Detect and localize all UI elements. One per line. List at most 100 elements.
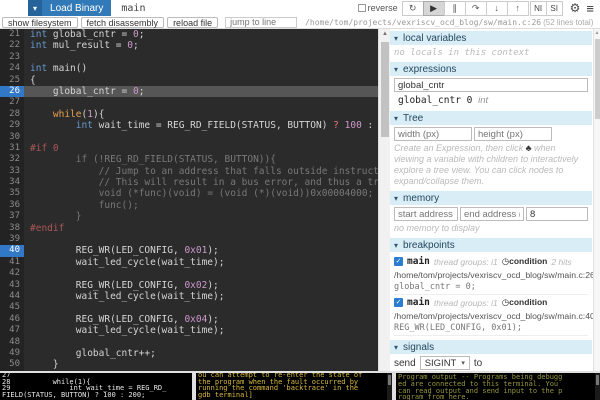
source-line[interactable]: void (*func)(void) = (void (*)(void))0x0… xyxy=(24,188,378,199)
gutter-line-number[interactable]: 48 xyxy=(0,337,24,348)
breakpoint-item[interactable]: ✓ main thread groups: i1 ◷condition /hom… xyxy=(394,295,588,336)
source-line[interactable]: func(); xyxy=(24,200,378,211)
gutter-line-number[interactable]: 23 xyxy=(0,52,24,63)
gutter-line-number[interactable]: 39 xyxy=(0,234,24,245)
gutter-line-number[interactable]: 22 xyxy=(0,40,24,51)
source-line[interactable]: int global_cntr = 0; xyxy=(24,29,378,40)
gutter-line-number[interactable]: 50 xyxy=(0,359,24,370)
file-toolbar-button-show-filesystem[interactable]: show filesystem xyxy=(2,17,78,28)
step-into-button[interactable]: ↓ xyxy=(486,1,508,16)
continue-button[interactable]: ▶ xyxy=(423,1,445,16)
terminal-scrollbar[interactable] xyxy=(595,373,600,400)
source-line[interactable]: ​ xyxy=(24,268,378,279)
source-line[interactable]: // Jump to an address that falls outside… xyxy=(24,166,378,177)
settings-gear-icon[interactable]: ⚙ xyxy=(570,1,581,15)
source-line[interactable]: } xyxy=(24,359,378,370)
gutter-line-number[interactable]: 31 xyxy=(0,143,24,154)
reverse-checkbox[interactable] xyxy=(358,4,366,12)
source-line[interactable]: ​ xyxy=(24,52,378,63)
source-line[interactable]: int wait_time = REG_RD_FIELD(STATUS, BUT… xyxy=(24,120,378,131)
gutter-line-number[interactable]: 36 xyxy=(0,200,24,211)
gutter-line-number[interactable]: 38 xyxy=(0,223,24,234)
source-line[interactable]: global_cntr++; xyxy=(24,348,378,359)
next-instruction-button[interactable]: NI xyxy=(530,1,547,16)
gutter-line-number[interactable]: 34 xyxy=(0,177,24,188)
source-line[interactable]: // This will result in a bus error, and … xyxy=(24,177,378,188)
expression-result-row[interactable]: global_cntr 0 int xyxy=(394,92,588,107)
gutter-line-number[interactable]: 25 xyxy=(0,75,24,86)
gutter-line-number[interactable]: 24 xyxy=(0,63,24,74)
gdbgui-console-terminal[interactable]: , SIGTRAP).If the program exited due to … xyxy=(196,373,392,400)
source-line[interactable]: while(1){ xyxy=(24,109,378,120)
memory-start-address-input[interactable] xyxy=(394,207,458,221)
file-toolbar-button-fetch-disassembly[interactable]: fetch disassembly xyxy=(81,17,165,28)
signals-header[interactable]: ▾ signals xyxy=(390,340,592,354)
gutter-line-number[interactable]: 49 xyxy=(0,348,24,359)
memory-header[interactable]: ▾ memory xyxy=(390,191,592,205)
memory-end-address-input[interactable] xyxy=(460,207,524,221)
gutter-line-number[interactable]: 27 xyxy=(0,97,24,108)
gutter-line-number[interactable]: 37 xyxy=(0,211,24,222)
source-line[interactable]: wait_led_cycle(wait_time); xyxy=(24,325,378,336)
source-line[interactable]: REG_WR(LED_CONFIG, 0x01); xyxy=(24,245,378,256)
breakpoint-condition-button[interactable]: ◷condition xyxy=(502,297,548,308)
breakpoints-header[interactable]: ▾ breakpoints xyxy=(390,238,592,252)
source-line[interactable]: { xyxy=(24,75,378,86)
gdb-terminal[interactable]: 25 {26 global_cntr = 0;2728 while(1){29 … xyxy=(0,373,192,400)
gutter-line-number[interactable]: 42 xyxy=(0,268,24,279)
local-variables-header[interactable]: ▾ local variables xyxy=(390,31,592,45)
source-line[interactable]: ​ xyxy=(24,132,378,143)
editor-scrollbar[interactable]: ▲ xyxy=(378,29,390,371)
gutter-line-number[interactable]: 33 xyxy=(0,166,24,177)
dropdown-caret-icon[interactable]: ▾ xyxy=(28,0,42,16)
source-line[interactable]: #if 0 xyxy=(24,143,378,154)
source-line[interactable]: global_cntr = 0; xyxy=(24,86,378,97)
source-line[interactable]: wait_led_cycle(wait_time); xyxy=(24,257,378,268)
terminal-scrollbar[interactable] xyxy=(387,373,392,400)
restart-button[interactable]: ↻ xyxy=(402,1,424,16)
source-line[interactable]: REG_WR(LED_CONFIG, 0x02); xyxy=(24,280,378,291)
source-line[interactable]: } xyxy=(24,211,378,222)
breakpoint-condition-button[interactable]: ◷condition xyxy=(502,256,548,267)
pause-button[interactable]: ∥ xyxy=(444,1,466,16)
source-line[interactable]: int main() xyxy=(24,63,378,74)
program-output-terminal[interactable]: Program output -- Programs being debugge… xyxy=(396,373,600,400)
gutter-line-number[interactable]: 32 xyxy=(0,154,24,165)
gutter-line-number[interactable]: 28 xyxy=(0,109,24,120)
gutter-line-number[interactable]: 35 xyxy=(0,188,24,199)
gutter-line-number[interactable]: 43 xyxy=(0,280,24,291)
memory-bytes-per-line-input[interactable] xyxy=(526,207,588,221)
expression-input[interactable] xyxy=(394,78,588,92)
source-line[interactable]: wait_led_cycle(wait_time); xyxy=(24,291,378,302)
gutter-line-number[interactable]: 30 xyxy=(0,132,24,143)
breakpoint-checkbox[interactable]: ✓ xyxy=(394,257,403,266)
tree-header[interactable]: ▾ Tree xyxy=(390,111,592,125)
editor-gutter[interactable]: 2122232425262728293031323334353637383940… xyxy=(0,29,24,371)
source-line[interactable]: ​ xyxy=(24,97,378,108)
sidebar-scrollbar-thumb[interactable] xyxy=(595,39,600,119)
gutter-line-number[interactable]: 44 xyxy=(0,291,24,302)
gutter-line-number[interactable]: 45 xyxy=(0,302,24,313)
gutter-line-number[interactable]: 29 xyxy=(0,120,24,131)
tree-height-input[interactable] xyxy=(474,127,552,141)
reverse-toggle[interactable]: reverse xyxy=(358,3,398,13)
step-over-button[interactable]: ↷ xyxy=(465,1,487,16)
file-toolbar-button-reload-file[interactable]: reload file xyxy=(167,17,218,28)
source-line[interactable]: if (!REG_RD_FIELD(STATUS, BUTTON)){ xyxy=(24,154,378,165)
source-line[interactable]: ​ xyxy=(24,302,378,313)
source-line[interactable]: ​ xyxy=(24,337,378,348)
breakpoint-checkbox[interactable]: ✓ xyxy=(394,298,403,307)
step-out-button[interactable]: ↑ xyxy=(507,1,529,16)
editor-scrollbar-thumb[interactable] xyxy=(381,42,389,137)
source-line[interactable]: #endif xyxy=(24,223,378,234)
step-instruction-button[interactable]: SI xyxy=(546,1,563,16)
sidebar-scrollbar[interactable]: ▲ xyxy=(593,29,600,371)
expressions-header[interactable]: ▾ expressions xyxy=(390,62,592,76)
load-binary-button[interactable]: ▾ Load Binary xyxy=(28,0,111,16)
source-line[interactable]: ​ xyxy=(24,234,378,245)
tree-width-input[interactable] xyxy=(394,127,472,141)
source-line[interactable]: REG_WR(LED_CONFIG, 0x04); xyxy=(24,314,378,325)
gutter-line-number[interactable]: 47 xyxy=(0,325,24,336)
gutter-line-number[interactable]: 46 xyxy=(0,314,24,325)
gutter-line-number[interactable]: 41 xyxy=(0,257,24,268)
